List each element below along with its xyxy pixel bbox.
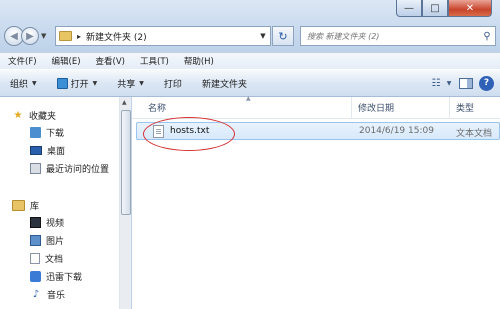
desktop-icon: [30, 146, 42, 155]
window-controls: — □ ✕: [396, 0, 492, 17]
file-modified: 2014/6/19 15:09: [359, 126, 434, 136]
back-arrow-icon: ◀: [10, 30, 18, 42]
nav-libraries-label: 库: [30, 202, 40, 212]
nav-scroll-thumb[interactable]: [121, 110, 131, 215]
nav-libraries[interactable]: 库: [12, 197, 39, 214]
recent-places-icon: [30, 163, 41, 174]
search-box[interactable]: ⚲: [300, 26, 496, 46]
star-icon: ★: [13, 110, 23, 121]
address-path[interactable]: 新建文件夹 (2): [86, 30, 256, 43]
open-button[interactable]: 打开 ▼: [47, 70, 108, 96]
sort-arrow-icon: ▲: [246, 95, 251, 102]
nav-documents-label: 文档: [45, 255, 64, 265]
forward-arrow-icon: ▶: [26, 30, 34, 42]
nav-recent-label: 最近访问的位置: [46, 165, 110, 175]
search-icon[interactable]: ⚲: [479, 31, 495, 42]
menu-file[interactable]: 文件(F): [0, 55, 44, 67]
nav-desktop[interactable]: 桌面: [30, 142, 65, 159]
view-dropdown-icon[interactable]: ▼: [445, 75, 453, 91]
nav-pictures-label: 图片: [46, 237, 65, 247]
nav-pictures[interactable]: 图片: [30, 232, 64, 249]
forward-button[interactable]: ▶: [21, 27, 39, 45]
pictures-icon: [30, 235, 41, 246]
share-label: 共享: [117, 79, 136, 90]
close-button[interactable]: ✕: [448, 0, 492, 17]
menu-view[interactable]: 查看(V): [88, 55, 132, 67]
menu-edit[interactable]: 编辑(E): [44, 55, 88, 67]
minimize-button[interactable]: —: [396, 0, 422, 17]
recent-pages-dropdown[interactable]: ▼: [41, 32, 49, 40]
print-button[interactable]: 打印: [154, 70, 192, 96]
print-label: 打印: [163, 79, 182, 90]
refresh-icon: ↻: [278, 29, 288, 43]
chevron-down-icon: ▼: [32, 79, 37, 87]
thunder-download-icon: [30, 271, 41, 282]
nav-favorites-label: 收藏夹: [29, 112, 57, 122]
refresh-button[interactable]: ↻: [272, 26, 294, 46]
view-controls: ☷ ▼ ?: [421, 70, 494, 96]
nav-favorites[interactable]: ★ 收藏夹: [12, 107, 57, 124]
chevron-down-icon: ▼: [139, 79, 144, 87]
nav-videos[interactable]: 视频: [30, 214, 64, 231]
share-button[interactable]: 共享 ▼: [107, 70, 154, 96]
column-modified[interactable]: 修改日期: [358, 101, 394, 114]
nav-music[interactable]: ♪ 音乐: [30, 286, 65, 303]
documents-icon: [30, 253, 40, 264]
column-type[interactable]: 类型: [456, 101, 474, 114]
address-bar[interactable]: ▸ 新建文件夹 (2) ▼: [55, 26, 271, 46]
nav-music-label: 音乐: [47, 291, 66, 301]
organize-label: 组织: [10, 79, 29, 90]
library-icon: [12, 200, 25, 211]
view-options-icon[interactable]: ☷: [427, 75, 445, 91]
command-bar: 组织 ▼ 打开 ▼ 共享 ▼ 打印 新建文件夹 ☷ ▼ ?: [0, 69, 500, 97]
maximize-button[interactable]: □: [422, 0, 448, 17]
nav-desktop-label: 桌面: [47, 147, 66, 157]
search-input[interactable]: [301, 31, 479, 41]
scroll-up-icon[interactable]: ▲: [122, 99, 127, 106]
address-dropdown-icon[interactable]: ▼: [256, 32, 270, 40]
navigation-pane: ★ 收藏夹 下载 桌面 最近访问的位置 库 视频 图片 文档 迅雷下载 ♪ 音乐: [0, 97, 131, 309]
column-divider[interactable]: [449, 97, 450, 119]
music-icon: ♪: [32, 289, 40, 300]
video-icon: [30, 217, 41, 228]
address-row: ◀ ▶ ▼ ▸ 新建文件夹 (2) ▼ ↻ ⚲: [4, 24, 496, 48]
nav-recent[interactable]: 最近访问的位置: [30, 160, 109, 177]
nav-downloads-label: 下载: [46, 129, 65, 139]
organize-button[interactable]: 组织 ▼: [0, 70, 47, 96]
column-divider[interactable]: [351, 97, 352, 119]
new-folder-button[interactable]: 新建文件夹: [192, 70, 257, 96]
chevron-down-icon: ▼: [92, 79, 98, 87]
menu-help[interactable]: 帮助(H): [176, 55, 221, 67]
open-label: 打开: [70, 79, 89, 90]
menu-tools[interactable]: 工具(T): [132, 55, 176, 67]
open-app-icon: [56, 77, 68, 89]
nav-scrollbar[interactable]: ▲: [119, 97, 131, 309]
folder-icon: [59, 31, 72, 41]
nav-videos-label: 视频: [46, 219, 65, 229]
nav-documents[interactable]: 文档: [30, 250, 63, 267]
column-header: ▲ 名称 修改日期 类型: [132, 95, 500, 119]
nav-downloads[interactable]: 下载: [30, 124, 64, 141]
help-icon[interactable]: ?: [479, 75, 494, 91]
highlight-circle: [143, 117, 235, 151]
column-name[interactable]: 名称: [148, 101, 166, 114]
nav-thunder[interactable]: 迅雷下载: [30, 268, 82, 285]
file-type: 文本文档: [456, 129, 493, 139]
new-folder-label: 新建文件夹: [201, 79, 247, 90]
download-folder-icon: [30, 127, 41, 138]
menu-bar: 文件(F) 编辑(E) 查看(V) 工具(T) 帮助(H): [0, 52, 500, 69]
breadcrumb-separator-icon[interactable]: ▸: [77, 32, 81, 41]
preview-pane-icon[interactable]: [459, 77, 473, 89]
nav-thunder-label: 迅雷下载: [46, 273, 83, 283]
